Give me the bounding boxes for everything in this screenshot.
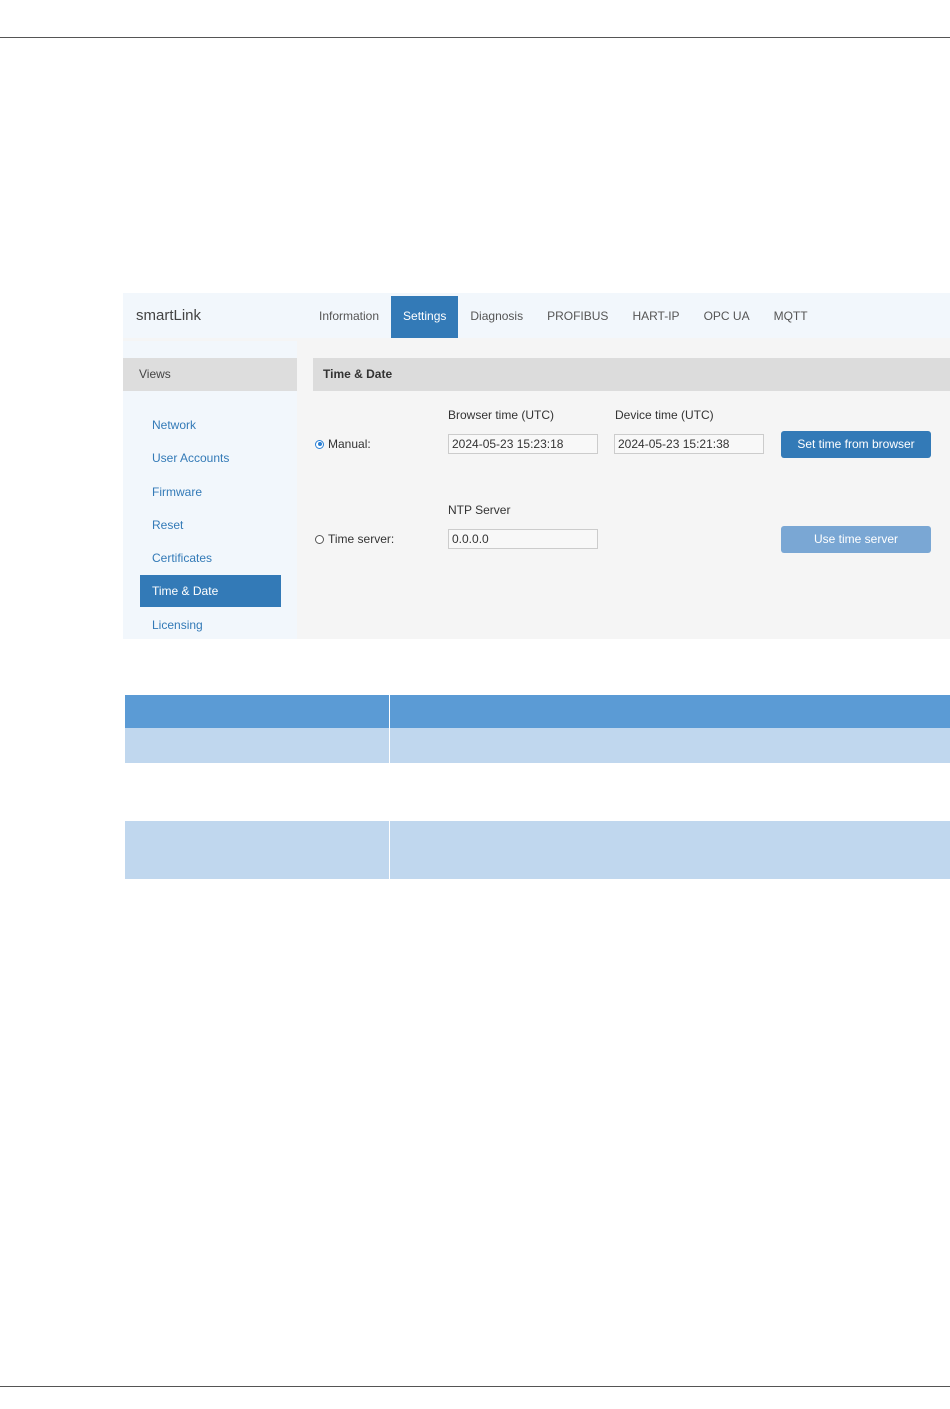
device-time-label: Device time (UTC) [615, 408, 714, 422]
manual-radio[interactable]: Manual: [315, 437, 371, 451]
sidebar-list: Network User Accounts Firmware Reset Cer… [140, 409, 281, 642]
nav-tab-profibus[interactable]: PROFIBUS [535, 296, 620, 338]
table-cell [125, 763, 389, 821]
main-nav: Information Settings Diagnosis PROFIBUS … [307, 296, 820, 338]
nav-tab-diagnosis[interactable]: Diagnosis [458, 296, 535, 338]
time-server-radio-label: Time server: [328, 532, 395, 546]
sidebar-item-user-accounts[interactable]: User Accounts [140, 442, 281, 474]
nav-tab-mqtt[interactable]: MQTT [762, 296, 820, 338]
app-screenshot: smartLink Information Settings Diagnosis… [123, 293, 950, 639]
table-header-cell [125, 695, 389, 728]
page-bottom-rule [0, 1386, 950, 1387]
brand-logo-text: smartLink [136, 307, 202, 324]
manual-radio-button[interactable] [315, 439, 324, 449]
table-cell [125, 821, 389, 879]
sidebar-item-certificates[interactable]: Certificates [140, 542, 281, 574]
table-row [125, 821, 950, 879]
ntp-server-label: NTP Server [448, 503, 511, 517]
top-navbar: smartLink Information Settings Diagnosis… [123, 293, 950, 338]
table-cell [389, 821, 950, 879]
sidebar-item-licensing[interactable]: Licensing [140, 609, 281, 641]
nav-tab-opc-ua[interactable]: OPC UA [692, 296, 762, 338]
browser-time-field[interactable] [448, 434, 598, 454]
time-server-radio-button[interactable] [315, 534, 324, 544]
table-header-row [125, 695, 950, 728]
sidebar-item-network[interactable]: Network [140, 409, 281, 441]
manual-radio-label: Manual: [328, 437, 371, 451]
sidebar: Views Network User Accounts Firmware Res… [123, 341, 297, 639]
ntp-server-field[interactable] [448, 529, 598, 549]
table-row [125, 728, 950, 763]
nav-tab-information[interactable]: Information [307, 296, 391, 338]
use-time-server-button[interactable]: Use time server [781, 526, 931, 553]
sidebar-item-time-date[interactable]: Time & Date [140, 575, 281, 608]
main-content: Time & Date Browser time (UTC) Device ti… [299, 341, 950, 639]
sidebar-item-firmware[interactable]: Firmware [140, 476, 281, 508]
set-time-from-browser-button[interactable]: Set time from browser [781, 431, 931, 458]
time-server-radio[interactable]: Time server: [315, 532, 394, 546]
table-cell [389, 728, 950, 763]
browser-time-label: Browser time (UTC) [448, 408, 555, 422]
device-time-field[interactable] [614, 434, 764, 454]
panel-title: Time & Date [313, 358, 950, 391]
table-cell [389, 763, 950, 821]
sidebar-item-reset[interactable]: Reset [140, 509, 281, 541]
sidebar-header: Views [123, 358, 297, 391]
document-table [125, 695, 950, 879]
table-row [125, 763, 950, 821]
page-top-rule [0, 37, 950, 38]
nav-tab-hart-ip[interactable]: HART-IP [620, 296, 691, 338]
table-header-cell [389, 695, 950, 728]
table-cell [125, 728, 389, 763]
nav-tab-settings[interactable]: Settings [391, 296, 459, 338]
